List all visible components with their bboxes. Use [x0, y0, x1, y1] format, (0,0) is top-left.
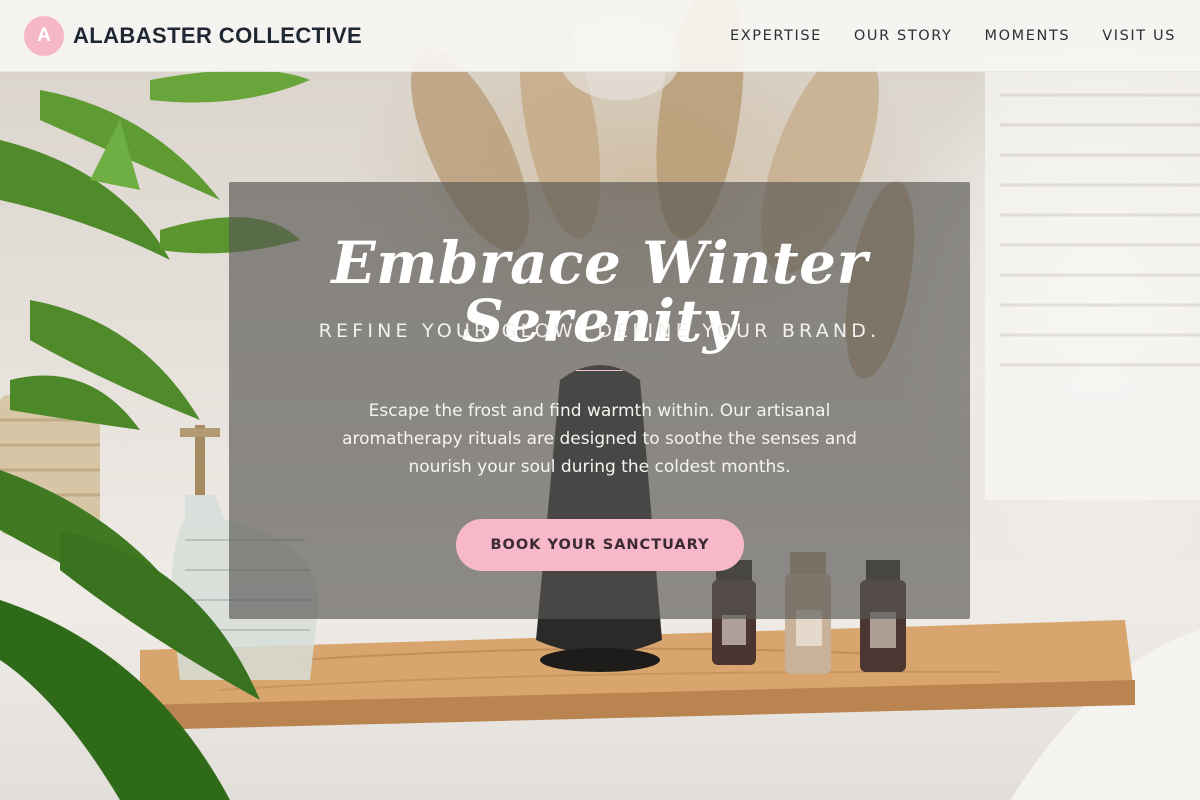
- window-shutters: [985, 60, 1200, 500]
- nav-link-expertise[interactable]: EXPERTISE: [730, 28, 822, 44]
- nav-link-visit-us[interactable]: VISIT US: [1102, 28, 1176, 44]
- hero-description: Escape the frost and find warmth within.…: [342, 401, 857, 477]
- brand-logo-link[interactable]: A ALABASTER COLLECTIVE: [24, 15, 363, 56]
- hero-panel: Embrace Winter Serenity REFINE YOUR GLOW…: [229, 182, 970, 619]
- book-sanctuary-button[interactable]: BOOK YOUR SANCTUARY: [456, 519, 744, 571]
- nav-link-moments[interactable]: MOMENTS: [985, 28, 1071, 44]
- brand-name: ALABASTER COLLECTIVE: [73, 22, 363, 48]
- hero-divider: [576, 370, 623, 371]
- main-nav: EXPERTISE OUR STORY MOMENTS VISIT US: [730, 28, 1176, 44]
- top-navigation-bar: A ALABASTER COLLECTIVE EXPERTISE OUR STO…: [0, 0, 1200, 72]
- logo-badge-icon: A: [24, 15, 64, 56]
- hero-subtitle: REFINE YOUR GLOW, DEFINE YOUR BRAND.: [318, 320, 881, 342]
- nav-link-our-story[interactable]: OUR STORY: [854, 28, 953, 44]
